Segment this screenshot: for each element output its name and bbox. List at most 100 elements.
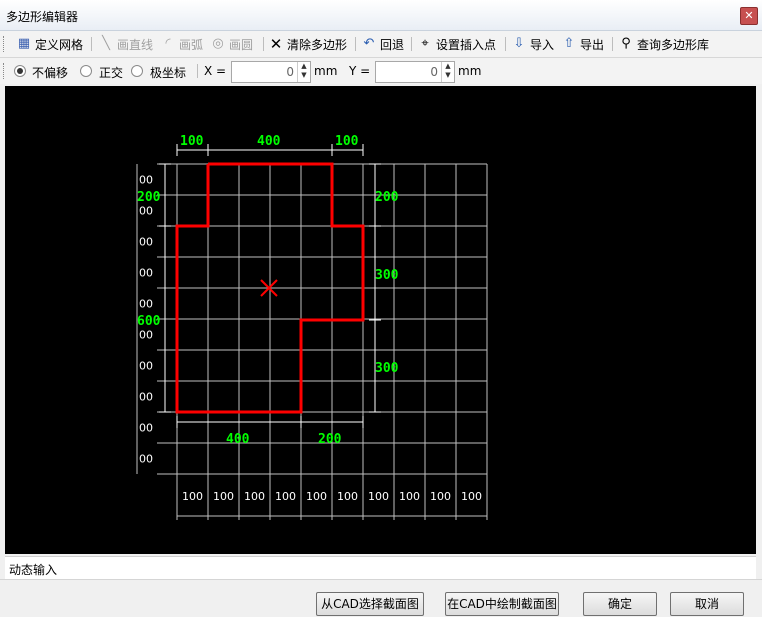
grid-lines [136, 163, 488, 520]
export-button[interactable]: ⇧ 导出 [561, 35, 604, 53]
toolbar-separator [411, 37, 412, 51]
toolbar-separator [91, 37, 92, 51]
x-coordinate-input[interactable]: 0 ▲ ▼ [231, 61, 311, 83]
import-label: 导入 [530, 37, 555, 52]
circle-icon: ◎ [212, 36, 224, 51]
clear-polygon-label: 清除多边形 [287, 37, 348, 52]
draw-line-label: 画直线 [117, 37, 154, 52]
row-tick-label: 00 [139, 453, 153, 466]
toolbar-grip[interactable] [3, 36, 6, 52]
undo-label: 回退 [380, 37, 405, 52]
toolbar-separator [612, 37, 613, 51]
row-tick-label: 00 [139, 329, 153, 342]
tab-dynamic-input[interactable]: 动态输入 [9, 561, 57, 578]
x-value: 0 [286, 65, 294, 79]
row-tick-label: 00 [139, 236, 153, 249]
toolbar-separator [505, 37, 506, 51]
import-icon: ⇩ [513, 36, 525, 51]
polygon-drawing[interactable]: 100 400 100 400 200 200 300 300 200 600 … [5, 86, 756, 554]
column-label: 100 [368, 490, 389, 503]
line-icon: ╲ [102, 36, 110, 51]
column-label: 100 [337, 490, 358, 503]
search-icon: ⚲ [621, 36, 631, 51]
row-tick-label: 00 [139, 360, 153, 373]
define-grid-label: 定义网格 [35, 37, 84, 52]
undo-icon: ↶ [363, 36, 375, 51]
row-tick-label: 00 [139, 391, 153, 404]
row-tick-label: 00 [139, 422, 153, 435]
bottom-dim-label: 200 [318, 432, 342, 447]
polar-label: 极坐标 [150, 66, 187, 80]
toolbar: ▦ 定义网格 ╲ 画直线 ◜ 画弧 ◎ 画圆 ✕ 清除多边形 ↶ 回退 ⌖ 设置… [0, 31, 762, 58]
export-label: 导出 [580, 37, 605, 52]
column-label: 100 [213, 490, 234, 503]
toolbar-separator [263, 37, 264, 51]
drawing-canvas[interactable]: 100 400 100 400 200 200 300 300 200 600 … [5, 86, 756, 554]
query-library-label: 查询多边形库 [637, 37, 710, 52]
draw-arc-button[interactable]: ◜ 画弧 [160, 35, 203, 53]
right-dim-label: 200 [375, 190, 399, 205]
cancel-button[interactable]: 取消 [670, 592, 744, 616]
row-tick-label: 00 [139, 298, 153, 311]
column-label: 100 [244, 490, 265, 503]
row-tick-label: 00 [139, 174, 153, 187]
row-tick-label: 00 [139, 267, 153, 280]
y-coordinate-input[interactable]: 0 ▲ ▼ [375, 61, 455, 83]
x-spin-arrows[interactable]: ▲ ▼ [297, 62, 310, 82]
export-icon: ⇧ [563, 36, 575, 51]
column-label: 100 [399, 490, 420, 503]
orthogonal-radio[interactable] [80, 65, 92, 77]
arc-icon: ◜ [165, 36, 171, 51]
right-dim-label: 300 [375, 268, 399, 283]
query-library-button[interactable]: ⚲ 查询多边形库 [618, 35, 709, 53]
orthogonal-label: 正交 [99, 66, 124, 80]
clear-polygon-button[interactable]: ✕ 清除多边形 [268, 35, 347, 53]
select-from-cad-button[interactable]: 从CAD选择截面图 [316, 592, 424, 616]
title-bar: 多边形编辑器 ✕ [0, 0, 762, 31]
x-unit: mm [314, 64, 338, 78]
polar-radio[interactable] [131, 65, 143, 77]
x-label: X = [204, 64, 227, 78]
import-button[interactable]: ⇩ 导入 [511, 35, 554, 53]
options-bar: 不偏移 正交 极坐标 X = 0 ▲ ▼ mm Y = 0 ▲ ▼ mm [0, 58, 762, 84]
toolbar-separator [355, 37, 356, 51]
y-unit: mm [458, 64, 482, 78]
draw-circle-label: 画圆 [229, 37, 254, 52]
set-insert-point-button[interactable]: ⌖ 设置插入点 [417, 35, 496, 53]
close-button[interactable]: ✕ [740, 7, 758, 25]
ok-button[interactable]: 确定 [583, 592, 657, 616]
y-spin-arrows[interactable]: ▲ ▼ [441, 62, 454, 82]
define-grid-button[interactable]: ▦ 定义网格 [16, 35, 83, 53]
no-offset-label: 不偏移 [32, 66, 69, 80]
top-dim-label: 100 [335, 134, 359, 149]
footer: 从CAD选择截面图 在CAD中绘制截面图 确定 取消 [0, 579, 762, 617]
draw-arc-label: 画弧 [179, 37, 204, 52]
tab-bar: 动态输入 [5, 556, 756, 579]
top-dim-label: 100 [180, 134, 204, 149]
column-label: 100 [182, 490, 203, 503]
grid-icon: ▦ [17, 36, 31, 51]
y-value: 0 [430, 65, 438, 79]
right-dim-label: 300 [375, 361, 399, 376]
top-dim-label: 400 [257, 134, 281, 149]
column-label: 100 [275, 490, 296, 503]
draw-circle-button[interactable]: ◎ 画圆 [210, 35, 253, 53]
no-offset-radio[interactable] [14, 65, 26, 77]
options-separator [197, 64, 198, 78]
draw-line-button[interactable]: ╲ 画直线 [98, 35, 153, 53]
undo-button[interactable]: ↶ 回退 [361, 35, 404, 53]
y-label: Y = [349, 64, 371, 78]
x-icon: ✕ [269, 35, 283, 53]
draw-in-cad-button[interactable]: 在CAD中绘制截面图 [445, 592, 559, 616]
set-insert-point-label: 设置插入点 [436, 37, 497, 52]
insert-point-icon: ⌖ [421, 36, 429, 51]
column-label: 100 [461, 490, 482, 503]
left-dim-label-total: 600 [137, 314, 161, 329]
options-grip[interactable] [3, 63, 6, 79]
column-label: 100 [306, 490, 327, 503]
row-tick-label: 00 [139, 205, 153, 218]
left-dim-label-top: 200 [137, 190, 161, 205]
bottom-dim-label: 400 [226, 432, 250, 447]
column-label: 100 [430, 490, 451, 503]
window-title: 多边形编辑器 [6, 10, 79, 24]
